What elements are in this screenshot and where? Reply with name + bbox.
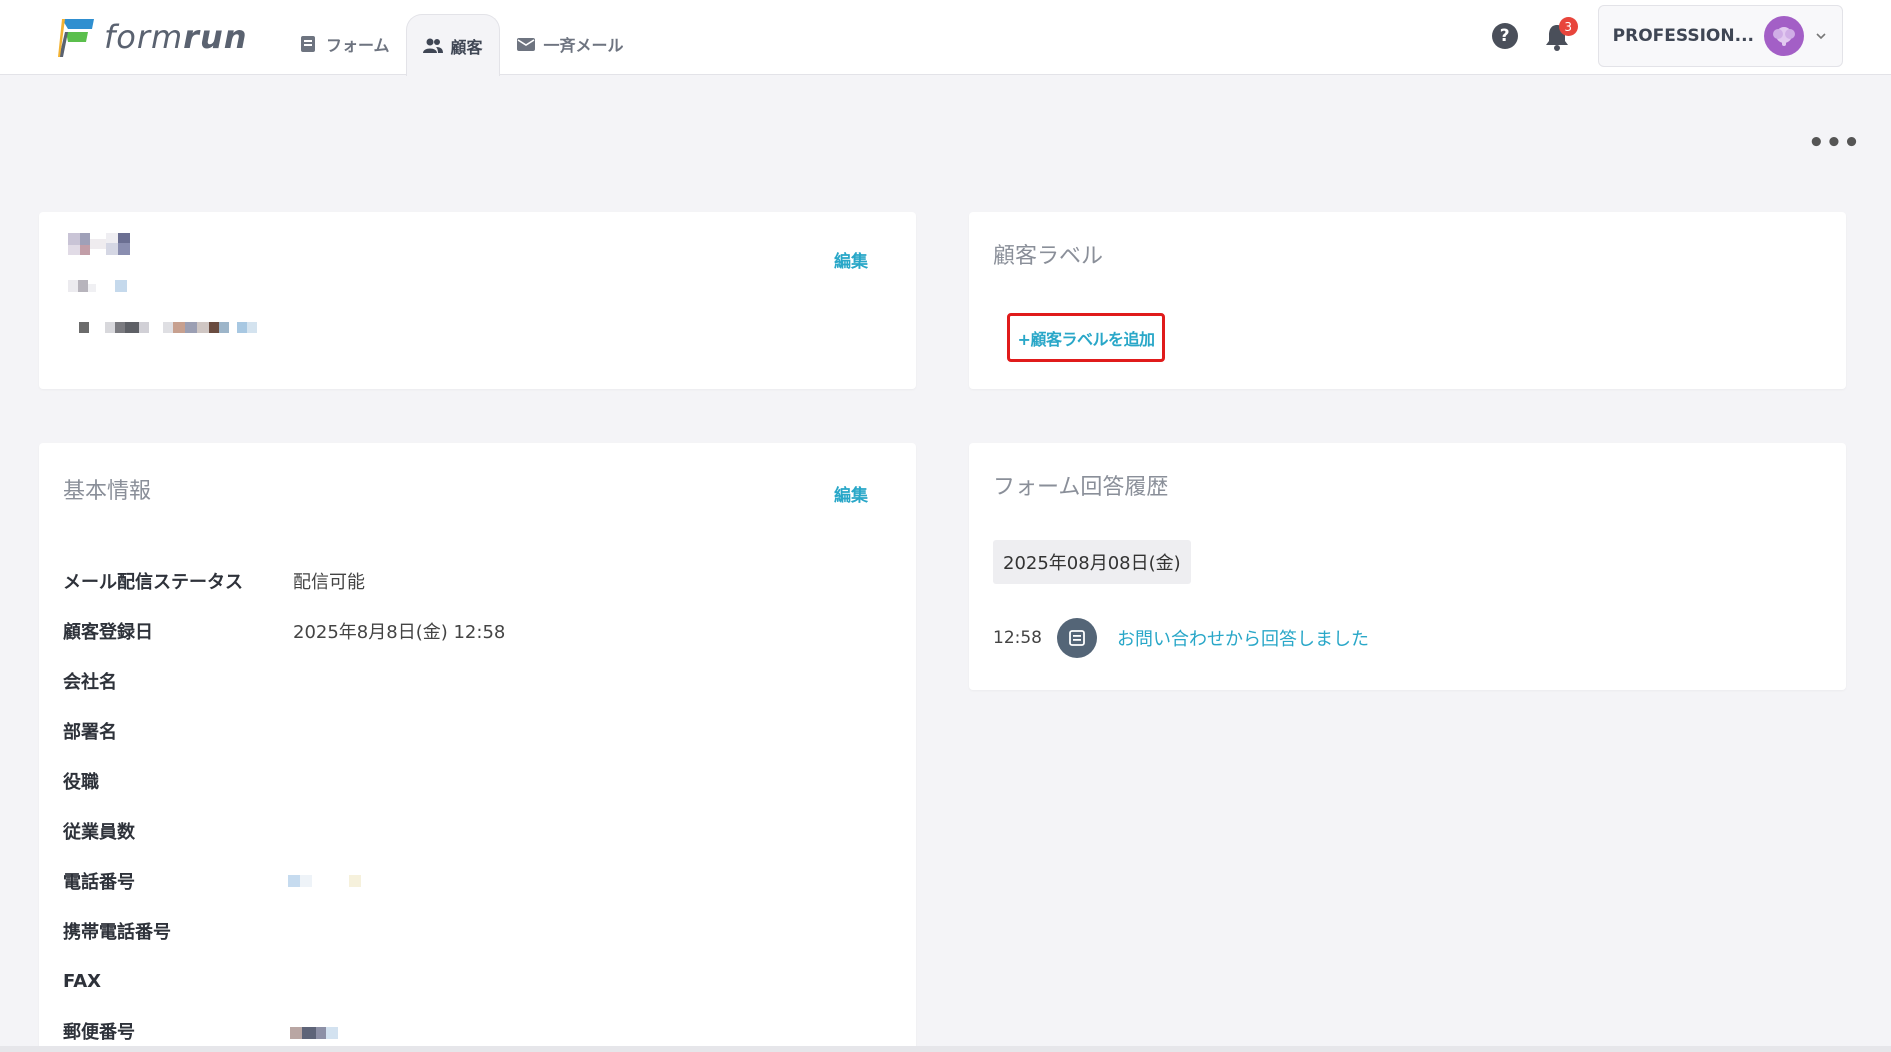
history-card-title: フォーム回答履歴 xyxy=(993,475,1169,500)
help-icon[interactable]: ? xyxy=(1491,23,1518,49)
tab-customers[interactable]: 顧客 xyxy=(405,14,500,76)
basic-info-card: 基本情報 編集 メール配信ステータス 配信可能 顧客登録日 2025年8月8日(… xyxy=(39,443,916,1052)
info-label: FAX xyxy=(63,970,102,992)
info-row-registered-date: 顧客登録日 2025年8月8日(金) 12:58 xyxy=(63,616,505,646)
info-row-department: 部署名 xyxy=(63,716,293,746)
info-row-phone: 電話番号 xyxy=(63,866,293,896)
info-label: 役職 xyxy=(63,772,99,793)
logo-mark-icon xyxy=(58,19,94,57)
info-label: メール配信ステータス xyxy=(63,572,243,593)
scrollbar-track[interactable] xyxy=(0,1046,1891,1052)
info-row-postal-code: 郵便番号 xyxy=(63,1016,293,1046)
tab-bulk-mail[interactable]: 一斉メール xyxy=(500,12,640,75)
info-value: 2025年8月8日(金) 12:58 xyxy=(293,622,506,643)
avatar xyxy=(1764,16,1804,56)
profile-edit-link[interactable]: 編集 xyxy=(834,247,868,272)
info-label: 携帯電話番号 xyxy=(63,922,171,943)
info-row-employees: 従業員数 xyxy=(63,816,293,846)
info-row-position: 役職 xyxy=(63,766,293,796)
add-customer-label-button[interactable]: +顧客ラベルを追加 xyxy=(1007,313,1165,362)
history-time: 12:58 xyxy=(993,628,1042,648)
info-label: 従業員数 xyxy=(63,822,135,843)
history-entry-link[interactable]: お問い合わせから回答しました xyxy=(1117,625,1369,651)
basic-info-edit-link[interactable]: 編集 xyxy=(834,481,868,506)
info-label: 部署名 xyxy=(63,722,117,743)
labels-card-title: 顧客ラベル xyxy=(993,244,1104,269)
history-entry: 12:58 お問い合わせから回答しました xyxy=(993,618,1369,658)
customer-labels-card: 顧客ラベル +顧客ラベルを追加 xyxy=(969,212,1846,389)
header-actions: ? 3 PROFESSION... xyxy=(1491,5,1843,67)
chevron-down-icon xyxy=(1816,33,1826,40)
account-name: PROFESSION... xyxy=(1612,26,1754,46)
main-nav: フォーム 顧客 一斉メール xyxy=(282,12,640,76)
top-header: formrun フォーム 顧客 一斉メール ? 3 PROFESSION... xyxy=(0,0,1891,76)
mail-icon xyxy=(516,37,535,51)
tab-customers-label: 顧客 xyxy=(450,37,483,57)
basic-info-title: 基本情報 xyxy=(63,479,152,504)
logo-text: formrun xyxy=(104,18,248,56)
info-label: 会社名 xyxy=(63,672,117,693)
elephant-icon xyxy=(1773,27,1795,46)
info-row-company: 会社名 xyxy=(63,666,293,696)
notifications-button[interactable]: 3 xyxy=(1544,17,1578,51)
info-row-mail-status: メール配信ステータス 配信可能 xyxy=(63,566,365,596)
form-history-card: フォーム回答履歴 2025年08月08日(金) 12:58 お問い合わせから回答… xyxy=(969,443,1846,690)
more-options-button[interactable]: ••• xyxy=(1808,130,1861,156)
info-row-mobile: 携帯電話番号 xyxy=(63,916,293,946)
info-label: 電話番号 xyxy=(63,872,135,893)
history-date-chip: 2025年08月08日(金) xyxy=(993,540,1191,584)
tab-forms[interactable]: フォーム xyxy=(282,12,406,75)
info-row-fax: FAX xyxy=(63,966,293,996)
form-icon xyxy=(301,35,315,52)
account-menu[interactable]: PROFESSION... xyxy=(1597,5,1843,67)
notification-badge: 3 xyxy=(1558,17,1578,36)
users-icon xyxy=(422,38,443,53)
form-icon xyxy=(1057,618,1097,658)
tab-bulk-mail-label: 一斉メール xyxy=(543,35,624,55)
info-label: 郵便番号 xyxy=(63,1022,135,1043)
info-label: 顧客登録日 xyxy=(63,622,153,643)
tab-forms-label: フォーム xyxy=(326,35,390,55)
formrun-logo[interactable]: formrun xyxy=(54,14,248,60)
info-value: 配信可能 xyxy=(293,572,365,593)
customer-profile-card: 編集 xyxy=(39,212,916,389)
